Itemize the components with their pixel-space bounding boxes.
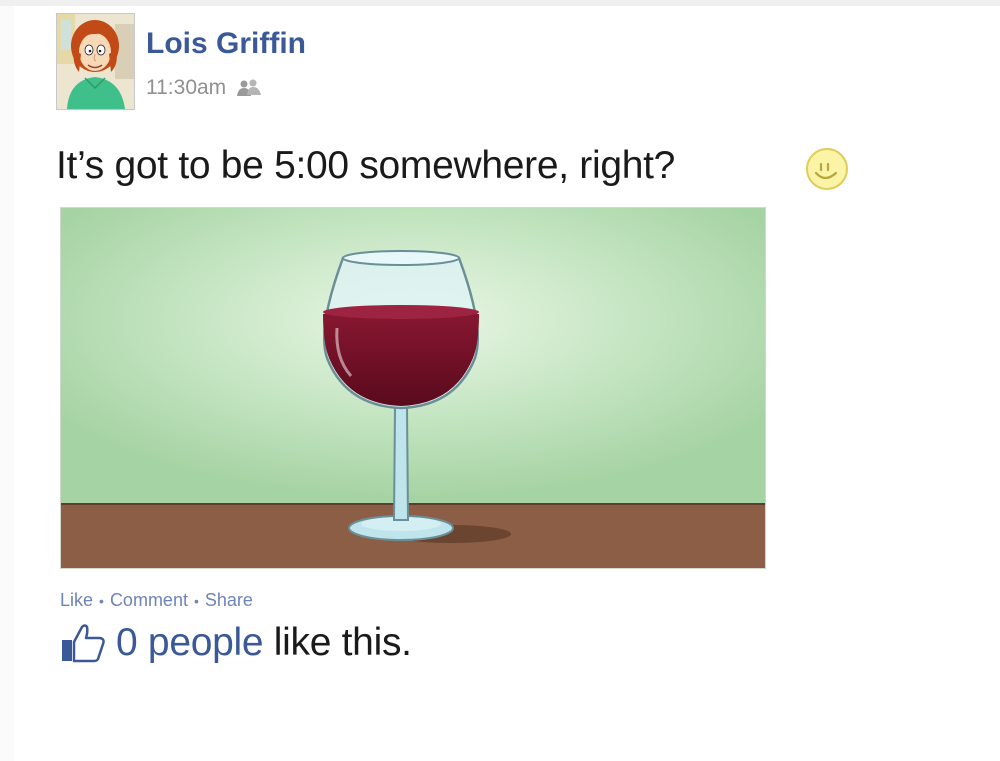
share-link[interactable]: Share xyxy=(205,590,253,611)
post-actions: Like • Comment • Share xyxy=(60,590,253,611)
action-separator: • xyxy=(99,592,104,609)
comment-link[interactable]: Comment xyxy=(110,590,188,611)
author-avatar[interactable] xyxy=(56,13,135,110)
status-message: It’s got to be 5:00 somewhere, right? xyxy=(56,144,676,187)
lois-avatar-image xyxy=(57,14,134,109)
post-photo[interactable] xyxy=(60,207,766,569)
likes-count-link[interactable]: 0 people xyxy=(116,621,264,664)
likes-suffix: like this. xyxy=(273,621,412,664)
thumbs-up-icon xyxy=(62,624,105,663)
author-name-link[interactable]: Lois Griffin xyxy=(146,27,306,61)
friends-icon[interactable] xyxy=(236,79,262,97)
likes-summary: 0 people like this. xyxy=(60,616,412,670)
likes-text: 0 people like this. xyxy=(116,621,412,665)
post-meta: 11:30am xyxy=(146,75,262,101)
action-separator: • xyxy=(193,592,199,609)
smiley-icon xyxy=(806,148,848,190)
like-link[interactable]: Like xyxy=(60,590,93,611)
post-timestamp[interactable]: 11:30am xyxy=(146,76,226,100)
wine-glass-image xyxy=(61,208,765,568)
